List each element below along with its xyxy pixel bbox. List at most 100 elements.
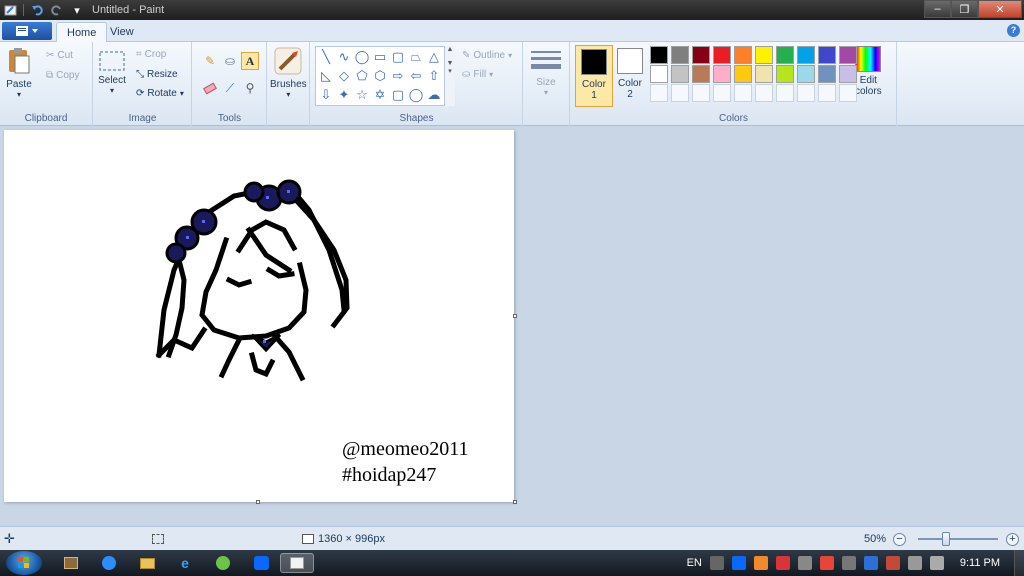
taskbar-media-player[interactable] (60, 553, 82, 573)
palette-swatch[interactable] (797, 65, 815, 83)
signal-bars-icon[interactable] (797, 556, 812, 570)
rotate-button[interactable]: ⟳ Rotate ▾ (136, 88, 184, 99)
resize-handle-bottom[interactable] (256, 500, 260, 504)
security-warning-icon[interactable] (885, 556, 900, 570)
paste-button[interactable]: Paste ▾ (6, 46, 32, 99)
curve-shape-icon[interactable]: ∿ (336, 49, 352, 65)
custom-color-slot[interactable] (692, 84, 710, 102)
hexagon-shape-icon[interactable]: ⬡ (372, 68, 388, 84)
palette-swatch[interactable] (734, 46, 752, 64)
palette-swatch[interactable] (713, 46, 731, 64)
custom-color-slot[interactable] (839, 84, 857, 102)
clock[interactable]: 9:11 PM (960, 557, 1000, 569)
fill-tool[interactable]: ⛀ (221, 52, 239, 70)
select-button[interactable]: Select ▾ (98, 50, 126, 95)
minimize-button[interactable]: – (924, 0, 951, 18)
paint-menu-button[interactable] (2, 22, 52, 40)
paint-app-icon[interactable] (3, 3, 17, 17)
custom-color-slot[interactable] (818, 84, 836, 102)
resize-handle-right[interactable] (513, 314, 517, 318)
volume-icon[interactable] (907, 556, 922, 570)
six-point-star-shape-icon[interactable]: ✡ (372, 87, 388, 103)
drawing-canvas[interactable]: @meomeo2011 #hoidap247 (4, 130, 514, 502)
oval-shape-icon[interactable]: ◯ (354, 49, 370, 65)
taskbar-ie[interactable]: e (174, 553, 196, 573)
taskbar-explorer[interactable] (136, 553, 158, 573)
custom-color-slot[interactable] (797, 84, 815, 102)
bluetooth-icon[interactable] (863, 556, 878, 570)
polygon-shape-icon[interactable]: ⏢ (408, 49, 424, 65)
down-arrow-shape-icon[interactable]: ⇩ (318, 87, 334, 103)
brushes-button[interactable]: Brushes ▾ (270, 46, 307, 99)
taskbar-app-green[interactable] (212, 553, 234, 573)
zoom-in-button[interactable]: + (1006, 533, 1019, 546)
triangle-shape-icon[interactable]: △ (426, 49, 442, 65)
palette-swatch[interactable] (797, 46, 815, 64)
keyboard-icon[interactable] (709, 556, 724, 570)
crop-button[interactable]: ⌗ Crop (136, 49, 166, 60)
right-arrow-shape-icon[interactable]: ⇨ (390, 68, 406, 84)
redo-icon[interactable] (50, 3, 64, 17)
taskbar-zalo[interactable] (250, 553, 272, 573)
color2-button[interactable]: Color 2 (611, 45, 649, 107)
palette-swatch[interactable] (734, 65, 752, 83)
magnifier-tool[interactable]: ⚲ (241, 79, 259, 97)
battery-icon[interactable] (929, 556, 944, 570)
eraser-tool[interactable] (201, 79, 219, 97)
rounded-rectangle-shape-icon[interactable]: ▢ (390, 49, 406, 65)
palette-swatch[interactable] (818, 65, 836, 83)
show-desktop-button[interactable] (1014, 550, 1024, 576)
close-button[interactable]: ✕ (978, 0, 1022, 18)
shapes-scroll[interactable]: ▲ ▼ ▾ (444, 46, 455, 106)
oval-callout-shape-icon[interactable]: ◯ (408, 87, 424, 103)
palette-swatch[interactable] (692, 46, 710, 64)
taskbar-zoom[interactable] (98, 553, 120, 573)
palette-swatch[interactable] (755, 65, 773, 83)
pencil-tool[interactable]: ✎ (201, 52, 219, 70)
tab-view[interactable]: View (100, 22, 144, 43)
palette-swatch[interactable] (671, 65, 689, 83)
palette-swatch[interactable] (755, 46, 773, 64)
five-point-star-shape-icon[interactable]: ☆ (354, 87, 370, 103)
palette-swatch[interactable] (839, 65, 857, 83)
rounded-callout-shape-icon[interactable]: ▢ (390, 87, 406, 103)
text-tool[interactable]: A (241, 52, 259, 70)
right-triangle-shape-icon[interactable]: ◺ (318, 68, 334, 84)
left-arrow-shape-icon[interactable]: ⇦ (408, 68, 424, 84)
flag-icon[interactable] (753, 556, 768, 570)
cloud-callout-shape-icon[interactable]: ☁ (426, 87, 442, 103)
custom-color-slot[interactable] (755, 84, 773, 102)
taskbar-paint[interactable] (280, 553, 314, 573)
network-icon[interactable] (841, 556, 856, 570)
fill-button[interactable]: ⛀ Fill ▾ (462, 69, 493, 80)
customize-qat-icon[interactable]: ▾ (70, 3, 84, 17)
palette-swatch[interactable] (776, 46, 794, 64)
cut-button[interactable]: ✂ Cut (46, 50, 73, 61)
diamond-shape-icon[interactable]: ◇ (336, 68, 352, 84)
color-picker-tool[interactable]: ⟋ (221, 79, 239, 97)
start-button[interactable] (6, 551, 42, 575)
palette-swatch[interactable] (671, 46, 689, 64)
palette-swatch[interactable] (650, 65, 668, 83)
custom-color-slot[interactable] (713, 84, 731, 102)
size-button[interactable]: Size ▾ (530, 48, 562, 97)
language-indicator[interactable]: EN (687, 557, 702, 569)
palette-swatch[interactable] (776, 65, 794, 83)
four-point-star-shape-icon[interactable]: ✦ (336, 87, 352, 103)
line-shape-icon[interactable]: ╲ (318, 49, 334, 65)
resize-button[interactable]: ⤡ Resize (136, 69, 178, 80)
palette-swatch[interactable] (650, 46, 668, 64)
palette-swatch[interactable] (713, 65, 731, 83)
resize-handle-corner[interactable] (513, 500, 517, 504)
vivaldi-icon[interactable] (775, 556, 790, 570)
custom-color-slot[interactable] (776, 84, 794, 102)
restore-button[interactable]: ❐ (951, 0, 978, 18)
palette-swatch[interactable] (692, 65, 710, 83)
color1-button[interactable]: Color 1 (575, 45, 613, 107)
pentagon-shape-icon[interactable]: ⬠ (354, 68, 370, 84)
palette-swatch[interactable] (839, 46, 857, 64)
custom-color-slot[interactable] (734, 84, 752, 102)
zoom-slider-track[interactable] (918, 538, 998, 540)
undo-icon[interactable] (30, 3, 44, 17)
zoom-out-button[interactable]: − (893, 533, 906, 546)
